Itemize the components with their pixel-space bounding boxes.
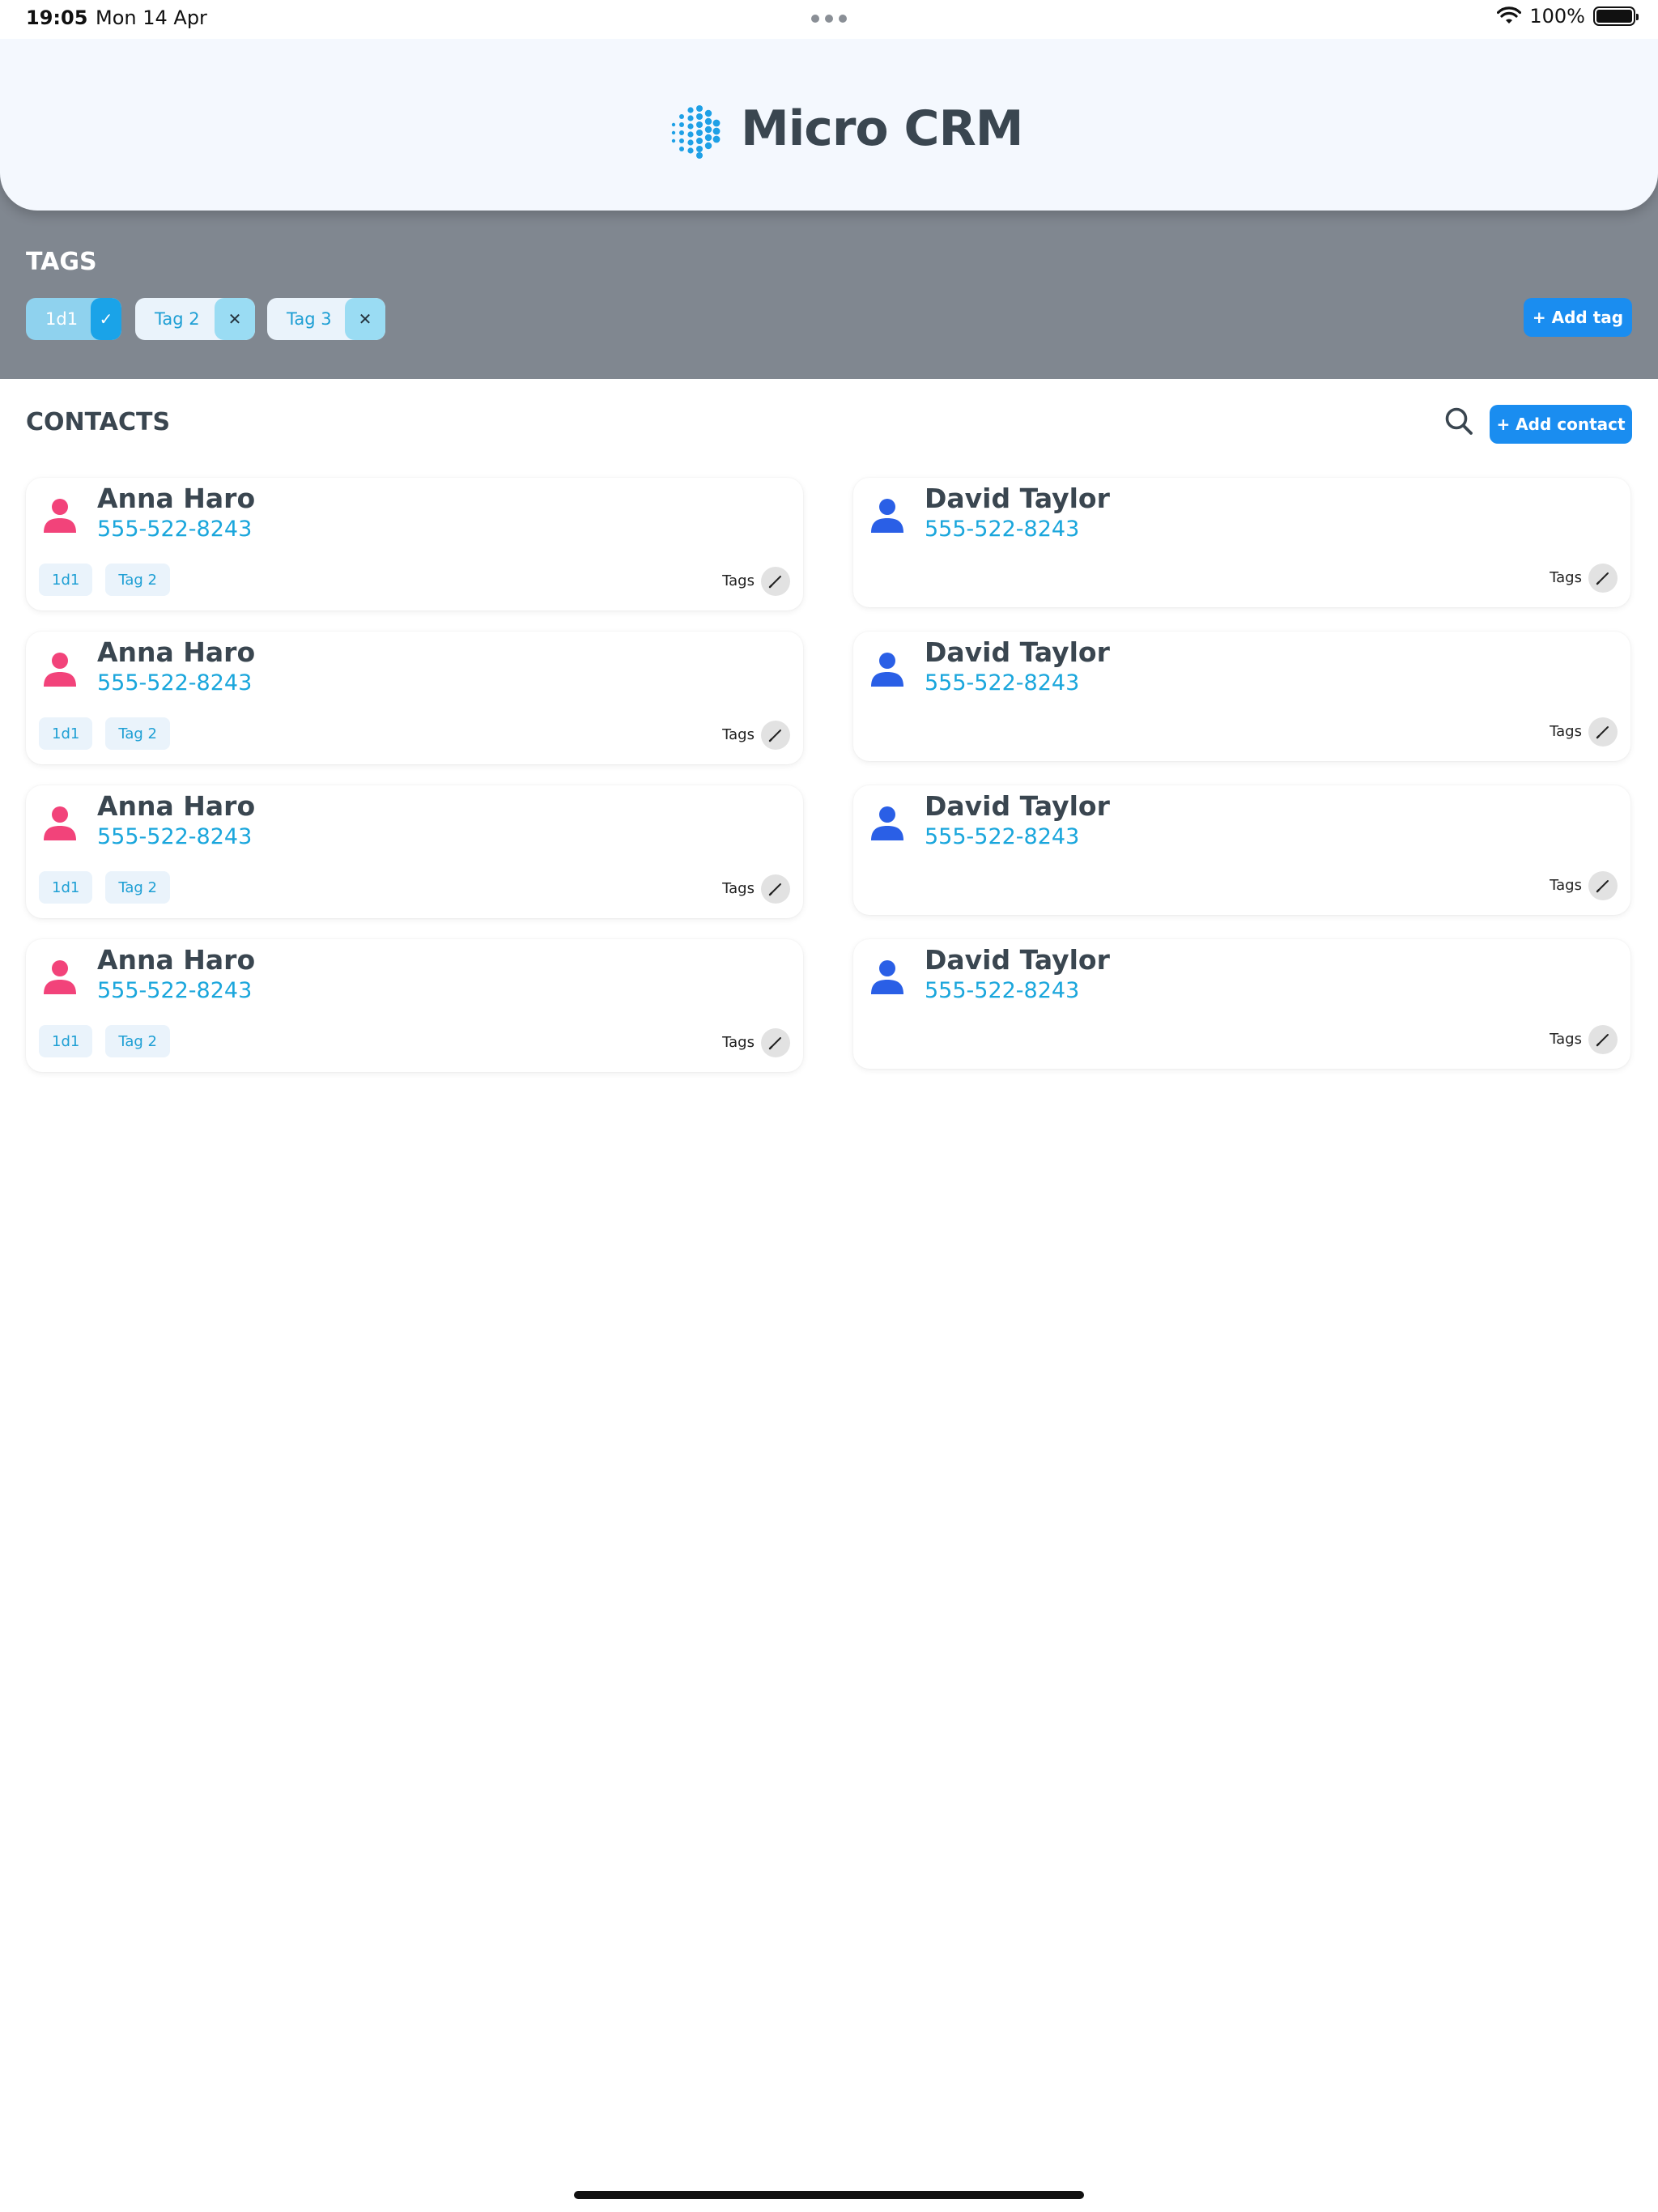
female-avatar-icon [44,653,76,687]
add-contact-button[interactable]: + Add contact [1490,405,1632,444]
wifi-icon [1497,6,1522,23]
contact-name: David Taylor [925,483,1110,514]
contact-tag[interactable]: 1d1 [39,717,93,750]
pencil-icon [768,730,781,742]
contact-phone[interactable]: 555-522-8243 [97,978,252,1003]
tags-label: Tags [722,880,755,897]
add-tag-button[interactable]: + Add tag [1524,298,1632,337]
close-icon[interactable]: ✕ [215,298,255,340]
contact-card[interactable]: Anna Haro 555-522-8243 1d1 Tag 2 Tags [26,478,803,610]
contact-card[interactable]: Anna Haro 555-522-8243 1d1 Tag 2 Tags [26,785,803,918]
app-title: Micro CRM [741,100,1023,157]
status-bar: 19:05 Mon 14 Apr 100% [0,0,1658,39]
contact-name: Anna Haro [97,636,256,668]
tag-chip-tag-3[interactable]: Tag 3 ✕ [267,298,385,340]
contact-tags: 1d1 Tag 2 [39,1025,170,1057]
multitasking-dots-icon[interactable] [811,15,847,23]
male-avatar-icon [871,653,903,687]
female-avatar-icon [44,499,76,533]
battery-percentage: 100% [1529,5,1585,28]
contact-name: Anna Haro [97,483,256,514]
edit-tags-button[interactable] [1588,564,1618,593]
pencil-icon [768,1037,781,1050]
tags-label: Tags [722,1034,755,1051]
tags-label: Tags [722,572,755,589]
tag-chip-label: Tag 3 [287,309,332,329]
pencil-icon [1596,726,1609,739]
contact-tag[interactable]: 1d1 [39,564,93,596]
contact-tag[interactable]: Tag 2 [105,717,170,750]
contact-phone[interactable]: 555-522-8243 [97,824,252,849]
status-time: 19:05 [26,6,88,29]
pencil-icon [768,883,781,896]
tags-label: Tags [722,726,755,743]
tag-chip-1d1[interactable]: 1d1 ✓ [26,298,121,340]
contact-tag[interactable]: Tag 2 [105,1025,170,1057]
tags-label: Tags [1550,569,1582,586]
female-avatar-icon [44,806,76,840]
edit-tags-button[interactable] [1588,871,1618,900]
tag-chip-label: 1d1 [45,309,79,329]
close-icon[interactable]: ✕ [345,298,385,340]
tags-heading: TAGS [26,248,97,276]
contact-phone[interactable]: 555-522-8243 [925,517,1079,542]
check-icon[interactable]: ✓ [91,298,121,340]
edit-tags-button[interactable] [761,1028,790,1057]
contact-name: David Taylor [925,944,1110,976]
contact-phone[interactable]: 555-522-8243 [97,517,252,542]
battery-icon [1593,6,1639,26]
tags-label: Tags [1550,877,1582,894]
contact-tags: 1d1 Tag 2 [39,717,170,750]
home-indicator[interactable] [574,2191,1084,2199]
app-header: Micro CRM [0,39,1658,211]
contact-tag[interactable]: Tag 2 [105,564,170,596]
male-avatar-icon [871,806,903,840]
contact-name: David Taylor [925,636,1110,668]
tags-label: Tags [1550,1031,1582,1048]
edit-tags-button[interactable] [1588,717,1618,747]
contact-card[interactable]: Anna Haro 555-522-8243 1d1 Tag 2 Tags [26,939,803,1072]
contact-tag[interactable]: Tag 2 [105,871,170,904]
edit-tags-button[interactable] [761,567,790,596]
contact-phone[interactable]: 555-522-8243 [925,824,1079,849]
contact-phone[interactable]: 555-522-8243 [925,978,1079,1003]
tags-label: Tags [1550,723,1582,740]
contact-card[interactable]: Anna Haro 555-522-8243 1d1 Tag 2 Tags [26,632,803,764]
pencil-icon [1596,572,1609,585]
edit-tags-button[interactable] [761,721,790,750]
contact-card[interactable]: David Taylor 555-522-8243 Tags [853,478,1630,607]
contact-phone[interactable]: 555-522-8243 [97,670,252,696]
male-avatar-icon [871,960,903,994]
pencil-icon [1596,1034,1609,1047]
status-indicators: 100% [1497,5,1639,28]
contact-card[interactable]: David Taylor 555-522-8243 Tags [853,939,1630,1069]
dotted-sphere-icon [671,105,721,159]
edit-tags-button[interactable] [1588,1025,1618,1054]
contact-phone[interactable]: 555-522-8243 [925,670,1079,696]
tag-chip-tag-2[interactable]: Tag 2 ✕ [135,298,255,340]
tag-chip-label: Tag 2 [155,309,200,329]
contact-card[interactable]: David Taylor 555-522-8243 Tags [853,785,1630,915]
search-icon[interactable] [1443,405,1475,437]
status-date: Mon 14 Apr [96,6,207,29]
contact-name: Anna Haro [97,944,256,976]
contact-tag[interactable]: 1d1 [39,1025,93,1057]
edit-tags-button[interactable] [761,874,790,904]
contact-tags: 1d1 Tag 2 [39,564,170,596]
contact-tags: 1d1 Tag 2 [39,871,170,904]
contacts-heading: CONTACTS [26,408,171,436]
contact-tag[interactable]: 1d1 [39,871,93,904]
contact-card[interactable]: David Taylor 555-522-8243 Tags [853,632,1630,761]
contact-name: Anna Haro [97,790,256,822]
pencil-icon [1596,880,1609,893]
pencil-icon [768,576,781,589]
contact-name: David Taylor [925,790,1110,822]
male-avatar-icon [871,499,903,533]
female-avatar-icon [44,960,76,994]
